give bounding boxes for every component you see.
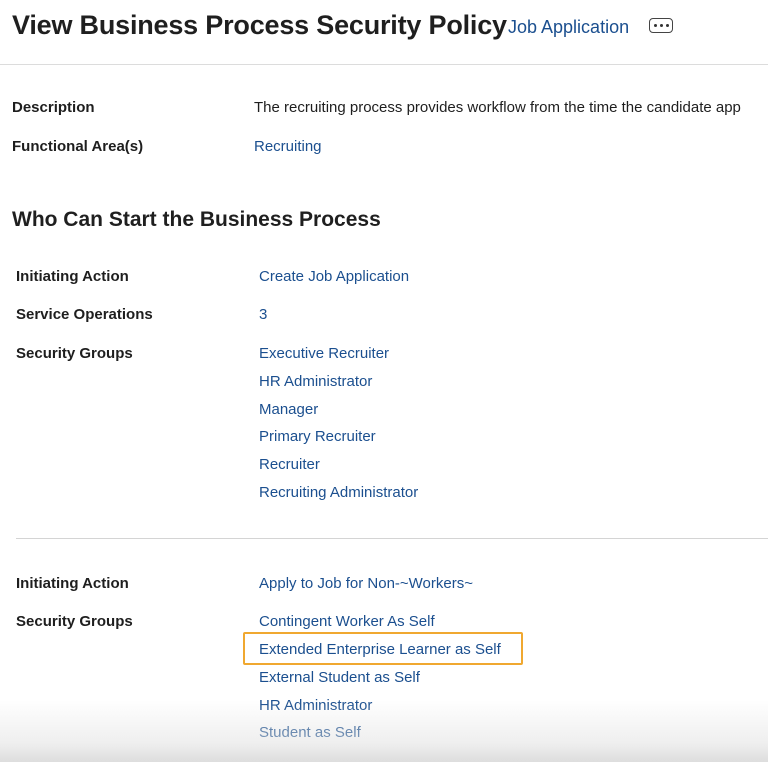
security-group-link[interactable]: Student as Self <box>259 724 361 741</box>
bottom-shade <box>0 700 768 762</box>
more-actions-button[interactable] <box>649 18 673 33</box>
section-divider <box>16 538 768 539</box>
service-operations-label: Service Operations <box>16 306 153 323</box>
security-group-link[interactable]: Recruiter <box>259 456 320 473</box>
ellipsis-icon <box>665 24 669 27</box>
ellipsis-icon <box>653 24 657 27</box>
initiating-action-label: Initiating Action <box>16 268 129 285</box>
description-value: The recruiting process provides workflow… <box>254 99 741 116</box>
security-group-link[interactable]: HR Administrator <box>259 373 372 390</box>
security-groups-label: Security Groups <box>16 613 133 630</box>
security-group-link[interactable]: Executive Recruiter <box>259 345 389 362</box>
initiating-action-link[interactable]: Apply to Job for Non-~Workers~ <box>259 575 473 592</box>
functional-area-label: Functional Area(s) <box>12 138 144 155</box>
page-title: View Business Process Security Policy <box>12 10 507 40</box>
ellipsis-icon <box>659 24 663 27</box>
initiating-action-label: Initiating Action <box>16 575 129 592</box>
security-group-link[interactable]: HR Administrator <box>259 697 372 714</box>
security-group-link[interactable]: Contingent Worker As Self <box>259 613 435 630</box>
section-title: Who Can Start the Business Process <box>12 208 381 231</box>
functional-area-link-recruiting[interactable]: Recruiting <box>254 138 322 155</box>
description-label: Description <box>12 99 95 116</box>
security-group-link[interactable]: Recruiting Administrator <box>259 484 418 501</box>
security-group-link[interactable]: External Student as Self <box>259 669 420 686</box>
job-application-link[interactable]: Job Application <box>508 17 629 38</box>
service-operations-count-link[interactable]: 3 <box>259 306 267 323</box>
security-group-link[interactable]: Manager <box>259 401 318 418</box>
initiating-action-link[interactable]: Create Job Application <box>259 268 409 285</box>
page-header: View Business Process Security Policy Jo… <box>0 0 768 65</box>
security-group-link[interactable]: Primary Recruiter <box>259 428 376 445</box>
security-groups-label: Security Groups <box>16 345 133 362</box>
security-group-link-highlighted[interactable]: Extended Enterprise Learner as Self <box>259 641 501 658</box>
